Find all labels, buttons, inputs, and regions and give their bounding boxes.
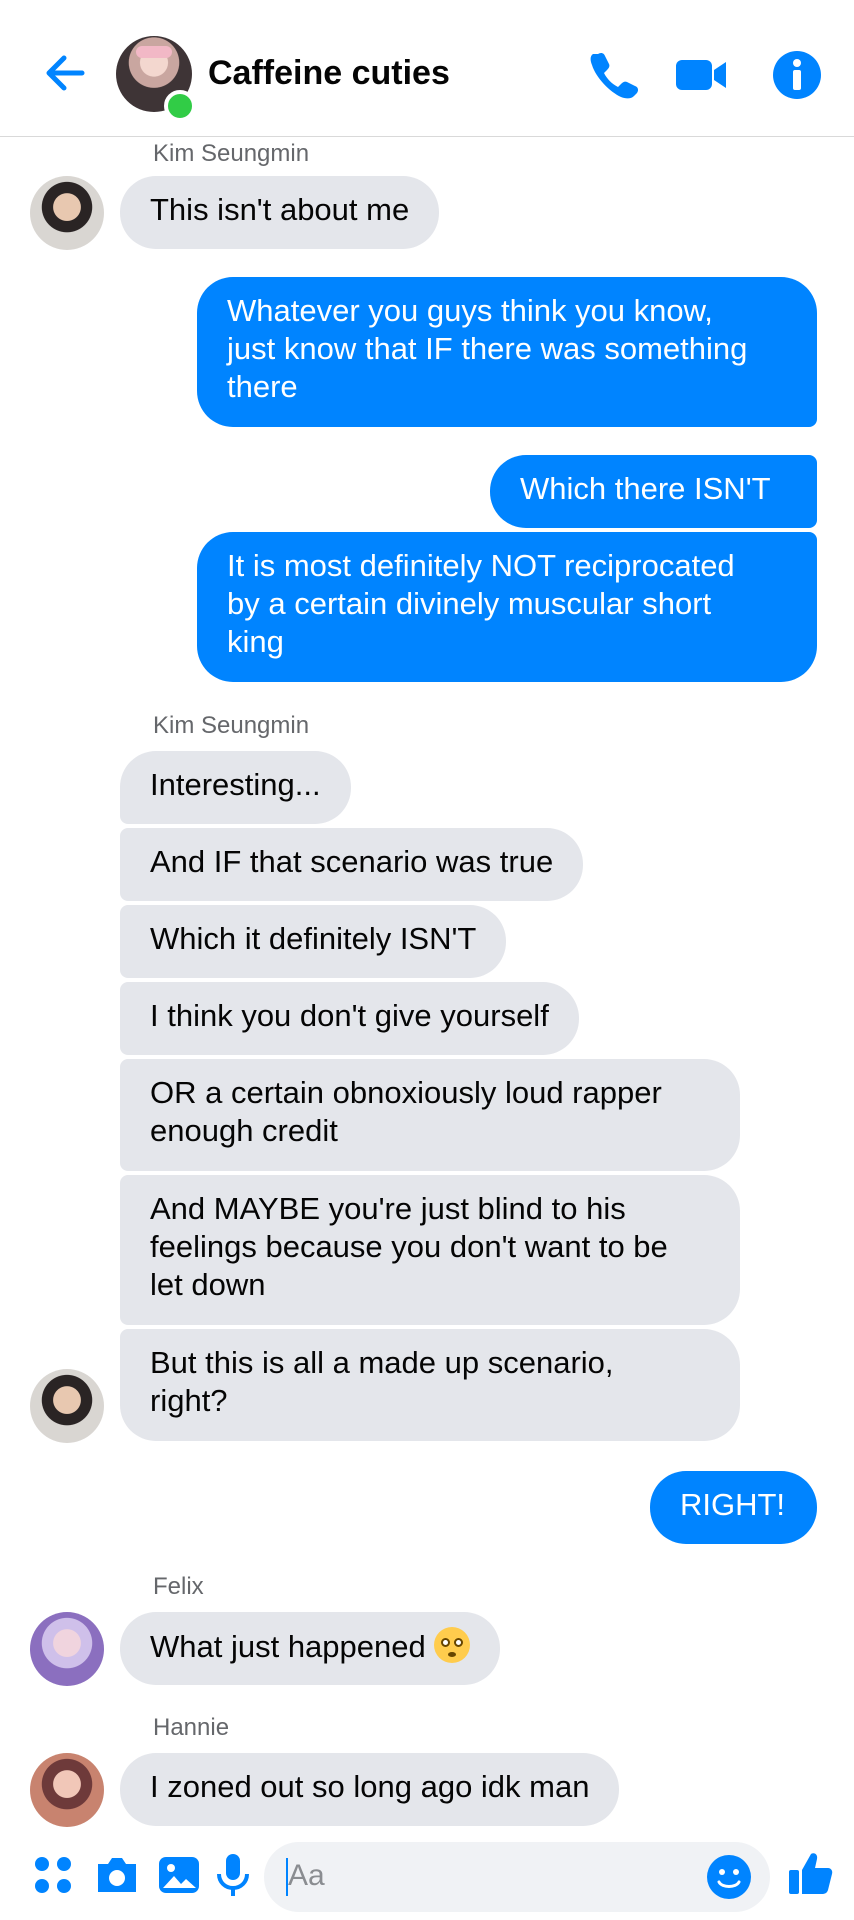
sender-name: Hannie <box>153 1714 230 1741</box>
incoming-message[interactable]: Interesting... <box>120 751 351 824</box>
incoming-message[interactable]: Which it definitely ISN'T <box>120 905 507 978</box>
sender-name: Kim Seungmin <box>153 712 310 739</box>
emoji-icon[interactable] <box>704 1852 754 1902</box>
incoming-message[interactable]: I think you don't give yourself <box>120 982 579 1055</box>
avatar[interactable] <box>30 1369 104 1443</box>
sender-name: Felix <box>153 1573 204 1600</box>
apps-icon[interactable] <box>28 1850 78 1900</box>
microphone-icon[interactable] <box>208 1850 258 1900</box>
gallery-icon[interactable] <box>154 1850 204 1900</box>
incoming-message[interactable]: And MAYBE you're just blind to his feeli… <box>120 1175 740 1325</box>
chat-title[interactable]: Caffeine cuties <box>208 54 450 93</box>
incoming-message[interactable]: I zoned out so long ago idk man <box>120 1753 620 1826</box>
flushed-face-emoji <box>433 1627 470 1663</box>
sender-name: Kim Seungmin <box>153 140 310 167</box>
outgoing-message[interactable]: It is most definitely NOT reciprocated b… <box>197 532 817 682</box>
video-camera-icon[interactable] <box>674 48 728 102</box>
outgoing-message[interactable]: Which there ISN'T <box>490 455 817 528</box>
incoming-message[interactable]: What just happened <box>120 1612 500 1685</box>
avatar[interactable] <box>30 1612 104 1686</box>
message-text: What just happened <box>150 1629 426 1664</box>
message-composer: Aa <box>0 1836 854 1920</box>
input-placeholder: Aa <box>288 1859 325 1892</box>
avatar[interactable] <box>30 1753 104 1827</box>
incoming-message[interactable]: But this is all a made up scenario, righ… <box>120 1329 740 1441</box>
incoming-message[interactable]: This isn't about me <box>120 176 440 249</box>
incoming-message[interactable]: OR a certain obnoxiously loud rapper eno… <box>120 1059 740 1171</box>
message-input[interactable]: Aa <box>264 1842 770 1912</box>
info-icon[interactable] <box>770 48 824 102</box>
phone-icon[interactable] <box>586 48 640 102</box>
chat-header: Caffeine cuties <box>0 0 854 137</box>
avatar[interactable] <box>30 176 104 250</box>
camera-icon[interactable] <box>92 1850 142 1900</box>
outgoing-message[interactable]: Whatever you guys think you know, just k… <box>197 277 817 427</box>
online-status-dot <box>164 90 196 122</box>
thumbs-up-icon[interactable] <box>786 1848 836 1898</box>
incoming-message[interactable]: And IF that scenario was true <box>120 828 584 901</box>
outgoing-message[interactable]: RIGHT! <box>650 1471 817 1544</box>
back-arrow-icon[interactable] <box>40 48 90 98</box>
